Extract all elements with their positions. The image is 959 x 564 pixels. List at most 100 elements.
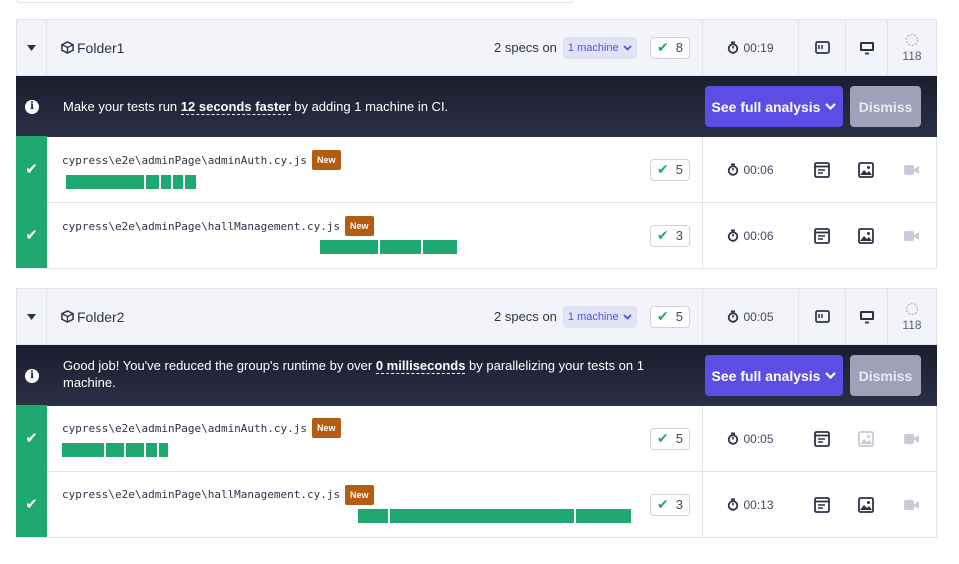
group-count: 118 xyxy=(902,317,922,332)
folder-name: Folder2 xyxy=(61,289,124,344)
screenshots-button[interactable] xyxy=(845,203,887,268)
collapse-toggle[interactable] xyxy=(17,289,47,344)
insight-banner: i Good job! You've reduced the group's r… xyxy=(16,345,937,406)
chevron-down-icon xyxy=(623,313,632,320)
group-passed-cell: ✔ 5 xyxy=(640,289,700,344)
spec-path: cypress\e2e\adminPage\hallManagement.cy.… xyxy=(62,220,341,233)
group-count: 118 xyxy=(902,48,922,63)
banner-message: Make your tests run 12 seconds faster by… xyxy=(63,98,683,115)
check-icon: ✔ xyxy=(16,202,47,268)
view-log-button[interactable] xyxy=(798,137,845,202)
cypress-logo-icon xyxy=(905,33,919,46)
group-duration: 00:05 xyxy=(743,309,774,324)
spec-path: cypress\e2e\adminPage\hallManagement.cy.… xyxy=(62,488,341,501)
see-full-analysis-button[interactable]: See full analysis xyxy=(705,86,843,127)
view-log-button[interactable] xyxy=(798,472,845,537)
top-edge-card xyxy=(16,0,574,3)
specs-on: on xyxy=(542,40,557,55)
group-header: Folder2 2 specs on 1 machine ✔ 5 00:05 11… xyxy=(16,288,937,345)
view-log-button[interactable] xyxy=(798,203,845,268)
chevron-down-icon xyxy=(825,103,837,110)
spec-row[interactable]: ✔ cypress\e2e\adminPage\hallManagement.c… xyxy=(16,471,937,538)
spec-group-folder1: Folder1 2 specs on 1 machine ✔ 8 00:19 11… xyxy=(16,19,937,269)
banner-highlight: 0 milliseconds xyxy=(375,358,466,374)
check-icon: ✔ xyxy=(657,308,669,324)
timeline-segment xyxy=(423,240,457,254)
video-button[interactable] xyxy=(887,406,936,471)
spec-row[interactable]: ✔ cypress\e2e\adminPage\adminAuth.cy.js … xyxy=(16,136,937,203)
video-camera-icon xyxy=(904,164,919,175)
terminal-log-icon xyxy=(813,161,830,178)
spec-duration: 00:06 xyxy=(743,228,774,243)
group-device-cell[interactable] xyxy=(845,289,887,344)
new-badge: New xyxy=(345,216,374,236)
group-log-cell[interactable] xyxy=(798,289,845,344)
view-log-button[interactable] xyxy=(798,406,845,471)
timeline-segment xyxy=(159,443,168,457)
spec-duration: 00:13 xyxy=(743,497,774,512)
spec-duration-cell: 00:06 xyxy=(702,137,798,202)
banner-message: Good job! You've reduced the group's run… xyxy=(63,357,673,391)
timeline-segment xyxy=(146,175,159,189)
chevron-down-icon xyxy=(623,44,632,51)
specs-count: 2 specs xyxy=(494,309,539,324)
stopwatch-icon xyxy=(728,163,739,176)
group-device-cell[interactable] xyxy=(845,20,887,75)
spec-row[interactable]: ✔ cypress\e2e\adminPage\adminAuth.cy.js … xyxy=(16,405,937,472)
collapse-toggle[interactable] xyxy=(17,20,47,75)
screenshots-button[interactable] xyxy=(845,137,887,202)
spec-row[interactable]: ✔ cypress\e2e\adminPage\hallManagement.c… xyxy=(16,202,937,269)
stopwatch-icon xyxy=(728,41,739,54)
check-icon: ✔ xyxy=(657,39,669,55)
spec-passed-value: 3 xyxy=(675,497,683,512)
machine-dropdown[interactable]: 1 machine xyxy=(562,36,637,59)
see-full-analysis-label: See full analysis xyxy=(711,98,821,115)
spec-duration: 00:06 xyxy=(743,162,774,177)
chevron-down-icon xyxy=(27,313,36,320)
video-camera-icon xyxy=(904,499,919,510)
terminal-log-icon xyxy=(813,227,830,244)
screenshots-button[interactable] xyxy=(845,472,887,537)
video-button[interactable] xyxy=(887,137,936,202)
timeline-segment xyxy=(173,175,183,189)
timeline-segment xyxy=(320,240,378,254)
video-button[interactable] xyxy=(887,203,936,268)
group-duration-cell: 00:19 xyxy=(702,20,798,75)
chevron-down-icon xyxy=(27,44,36,51)
new-badge: New xyxy=(345,485,374,505)
timeline-segment xyxy=(146,443,157,457)
spec-passed-value: 5 xyxy=(675,431,683,446)
insight-banner: i Make your tests run 12 seconds faster … xyxy=(16,76,937,137)
screenshots-button xyxy=(845,406,887,471)
check-icon: ✔ xyxy=(657,496,669,512)
folder-name-label: Folder1 xyxy=(77,39,125,56)
passed-count-value: 8 xyxy=(675,40,683,55)
machine-dropdown-label: 1 machine xyxy=(567,41,619,54)
video-camera-icon xyxy=(904,230,919,241)
timeline-segment xyxy=(106,443,124,457)
dismiss-button[interactable]: Dismiss xyxy=(850,86,921,127)
timeline-segment xyxy=(126,443,144,457)
video-button[interactable] xyxy=(887,472,936,537)
machine-dropdown[interactable]: 1 machine xyxy=(562,305,637,328)
specs-summary: 2 specs on 1 machine xyxy=(494,20,637,75)
specs-summary: 2 specs on 1 machine xyxy=(494,289,637,344)
dismiss-button[interactable]: Dismiss xyxy=(850,355,921,396)
timeline-segment xyxy=(185,175,196,189)
stopwatch-icon xyxy=(728,498,739,511)
passed-count-value: 5 xyxy=(675,309,683,324)
see-full-analysis-button[interactable]: See full analysis xyxy=(705,355,843,396)
cube-icon xyxy=(61,41,74,54)
banner-text-after: by adding 1 machine in CI. xyxy=(290,99,449,114)
group-header: Folder1 2 specs on 1 machine ✔ 8 00:19 11… xyxy=(16,19,937,76)
group-log-cell[interactable] xyxy=(798,20,845,75)
check-icon: ✔ xyxy=(657,430,669,446)
group-count-cell: 118 xyxy=(887,289,936,344)
spec-passed-cell: ✔ 3 xyxy=(640,203,700,268)
spec-passed-cell: ✔ 5 xyxy=(640,406,700,471)
spec-duration-cell: 00:13 xyxy=(702,472,798,537)
terminal-log-icon xyxy=(813,430,830,447)
passed-count: ✔ 5 xyxy=(650,305,690,328)
monitor-icon xyxy=(859,310,874,323)
specs-count: 2 specs xyxy=(494,40,539,55)
